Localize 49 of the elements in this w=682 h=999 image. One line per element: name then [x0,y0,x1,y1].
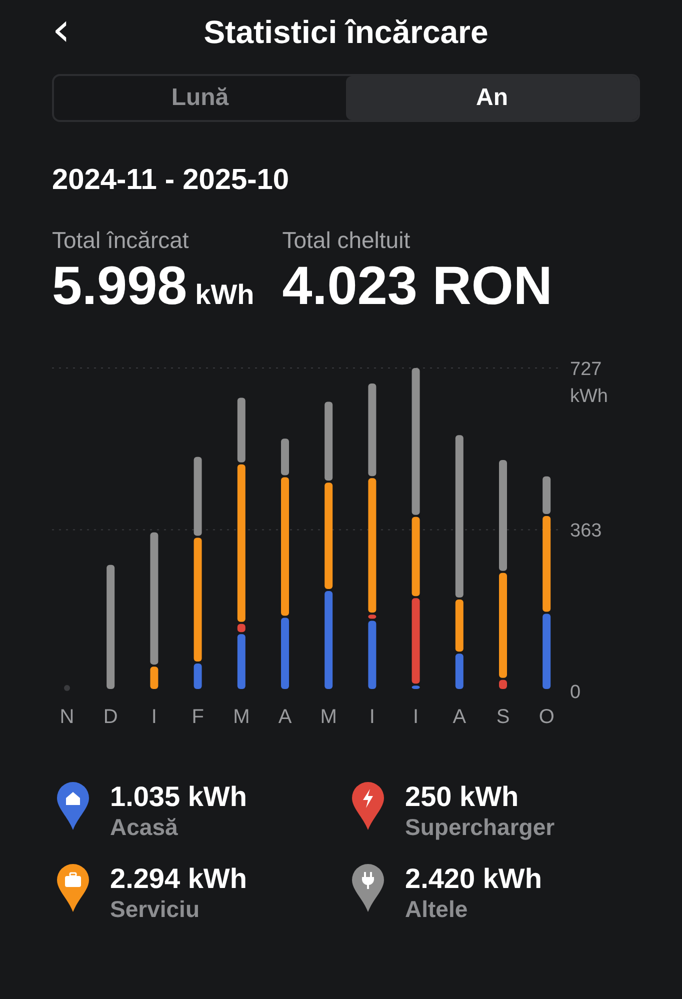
screen-title: Statistici încărcare [204,14,488,50]
bar-segment [412,686,420,689]
bar-segment [455,654,464,689]
bar-segment [368,614,376,619]
bar-segment [368,620,376,689]
bar-segment [194,663,202,689]
period-tab[interactable]: Lună [54,76,346,120]
axis-category-label: A [278,706,292,728]
bar-segment [499,680,507,689]
bar-segment [281,438,289,476]
bar-segment [542,476,551,514]
axis-category-label: I [369,706,375,728]
total-label: Total cheltuit [282,227,412,254]
axis-category-label: F [192,706,204,728]
total-value: 5.998 [52,256,188,316]
axis-category-label: N [60,706,74,728]
empty-bar-dot [64,685,70,691]
axis-tick-label: 0 [570,682,581,703]
date-range: 2024-11 - 2025-10 [52,164,290,197]
axis-unit-label: kWh [570,386,608,407]
bar-segment [237,624,246,632]
bar-segment [150,666,158,689]
bar-segment [281,618,289,689]
axis-category-label: M [320,706,337,728]
legend-label: Altele [405,895,469,923]
axis-category-label: I [413,706,419,728]
axis-tick-label: 363 [570,520,602,542]
legend-label: Serviciu [110,895,200,923]
back-button[interactable]: ‹ [44,6,78,52]
axis-category-label: I [151,706,157,728]
axis-category-label: D [103,706,118,728]
bar-segment [237,634,246,689]
legend-label: Acasă [110,813,179,841]
bar-segment [237,398,246,462]
legend-value: 2.420 kWh [405,863,542,895]
axis-category-label: O [538,706,554,728]
axis-category-label: S [496,706,510,728]
legend-value: 250 kWh [405,781,520,813]
total-label: Total încărcat [52,227,190,254]
period-tab[interactable]: An [346,76,638,120]
legend-value: 2.294 kWh [110,863,247,895]
legend-value: 1.035 kWh [110,781,247,813]
total-value: 4.023 RON [282,256,552,316]
axis-category-label: M [233,706,250,728]
axis-tick-label: 727 [570,359,602,380]
axis-category-label: A [452,706,466,728]
legend-label: Supercharger [405,813,555,841]
bar-segment [455,599,464,652]
unit-label: kWh [195,279,254,311]
